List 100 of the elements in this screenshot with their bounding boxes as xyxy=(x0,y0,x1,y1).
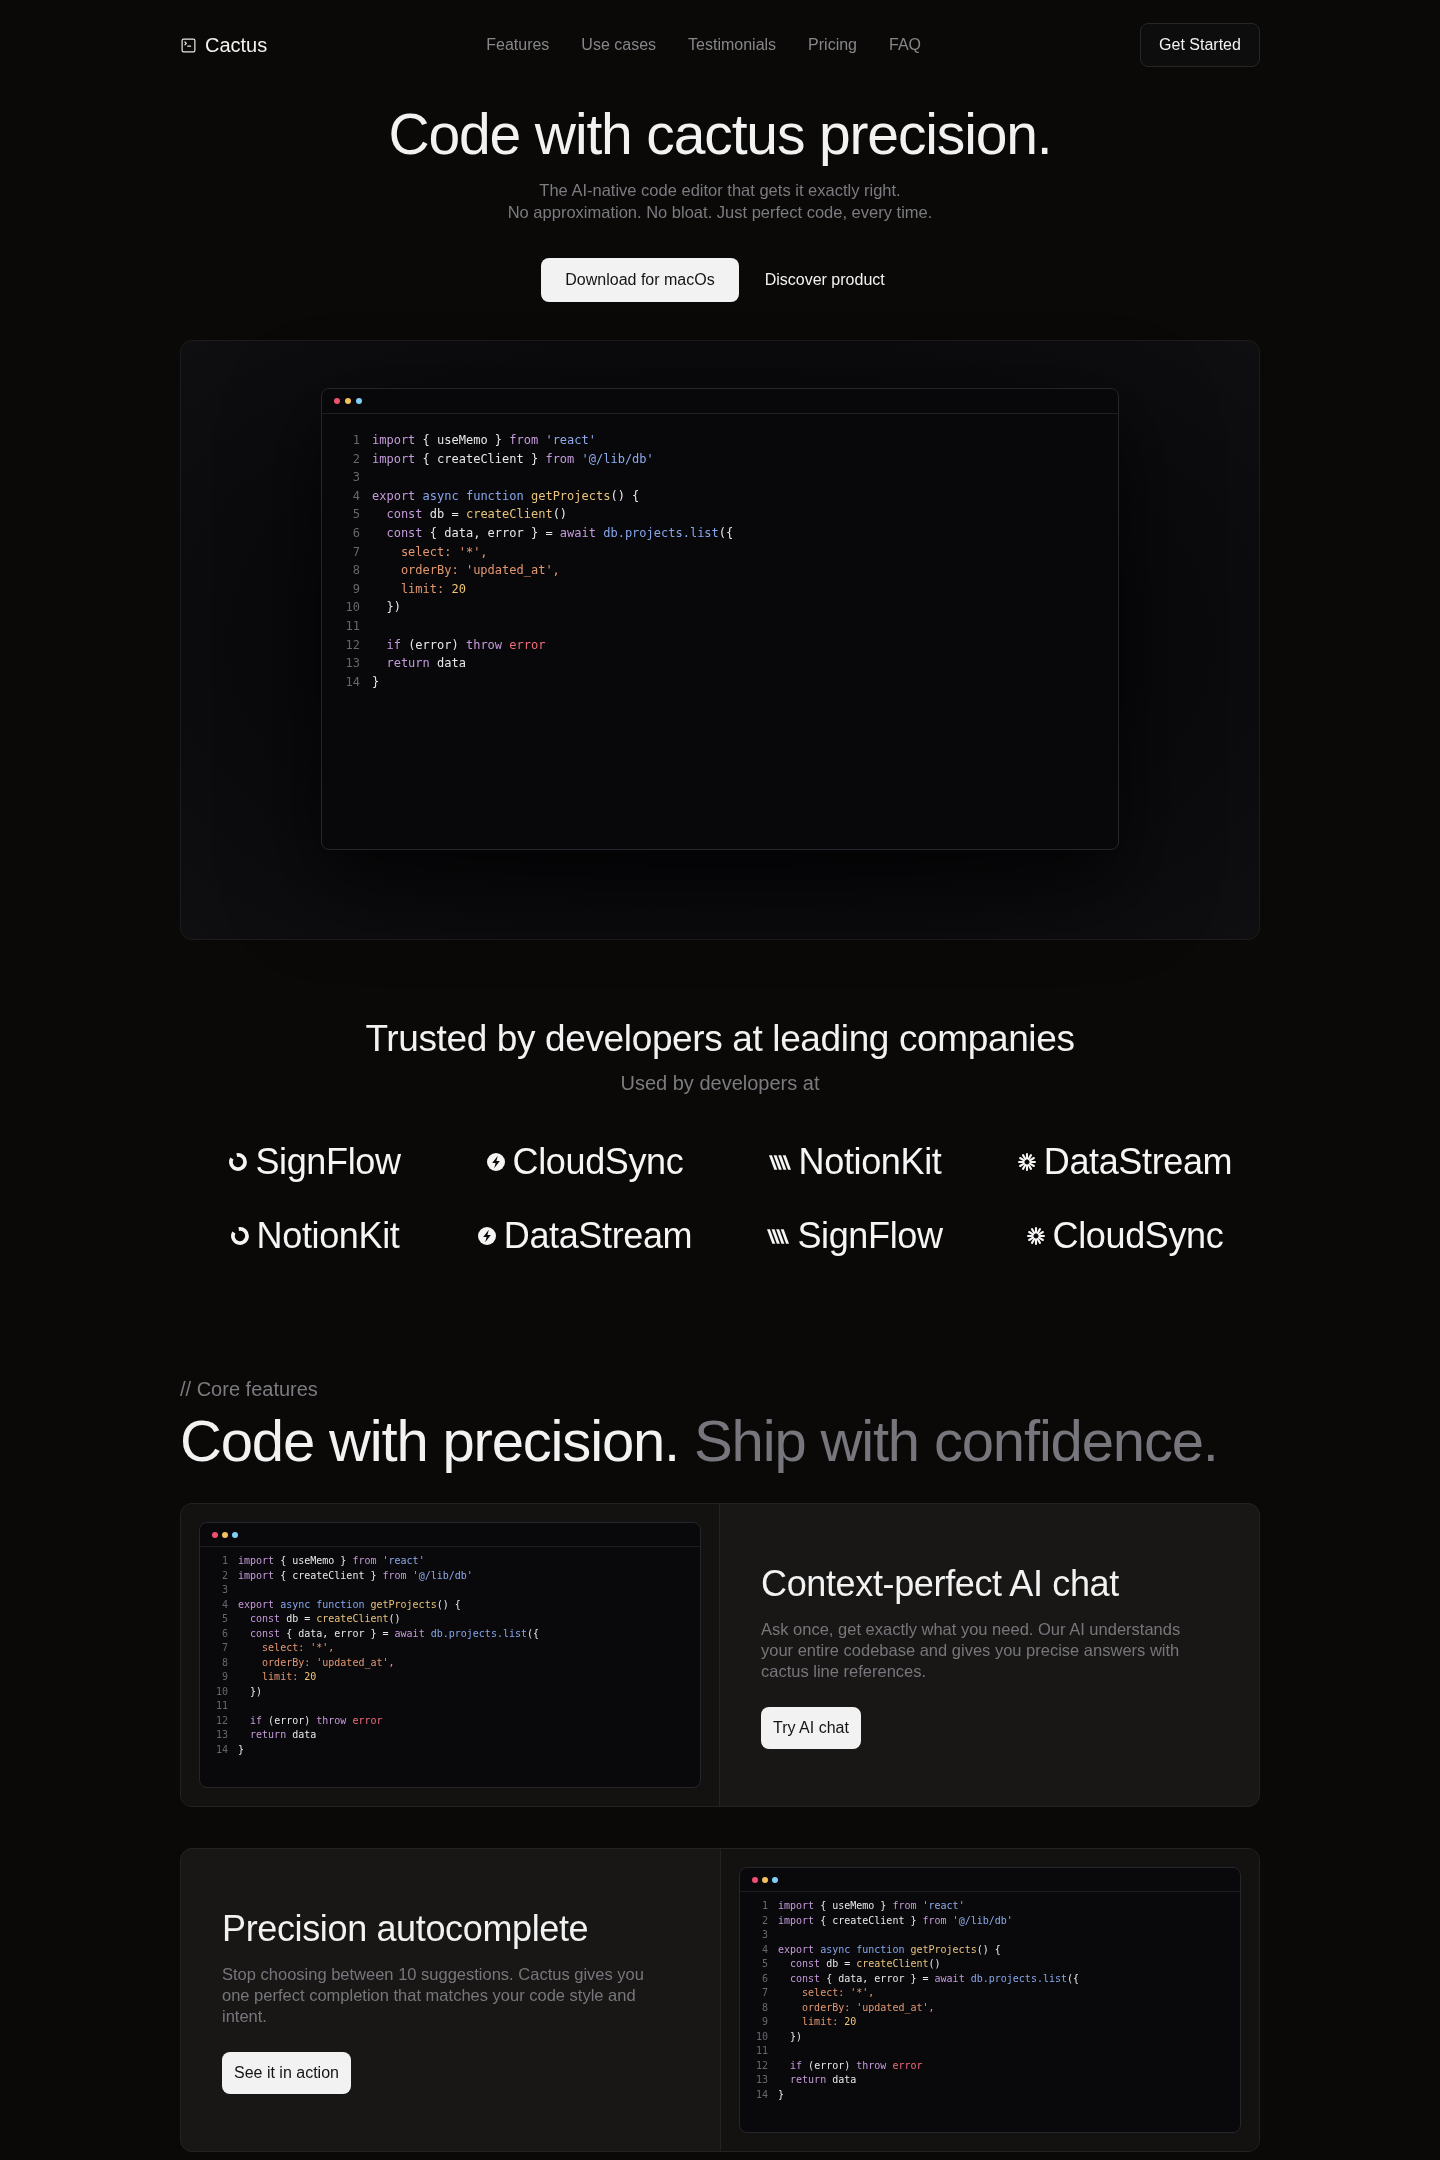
code-line: limit: 20 xyxy=(801,2015,857,2029)
code-line: export async function getProjects() { xyxy=(238,1597,461,1612)
line-number: 1 xyxy=(220,1554,228,1568)
section-eyebrow: // Core features xyxy=(180,1377,319,1402)
line-number: 11 xyxy=(344,617,360,635)
feature-button[interactable]: Try AI chat xyxy=(761,1706,861,1749)
get-started-button[interactable]: Get Started xyxy=(1140,23,1260,67)
code-line: import { createClient } from '@/lib/db' xyxy=(238,1568,473,1583)
code-line: if (error) throw error xyxy=(249,1713,383,1728)
logo-wordmark: DataStream xyxy=(503,1214,693,1258)
code-line: const db = createClient() xyxy=(385,506,568,524)
code-line: }) xyxy=(385,599,401,617)
code-line: import { useMemo } from 'react' xyxy=(778,1899,965,1913)
code-line: limit: 20 xyxy=(399,580,466,598)
line-number: 8 xyxy=(760,2000,768,2015)
code-line: const { data, error } = await db.projects.list({ xyxy=(385,524,734,542)
line-number: 9 xyxy=(351,580,360,598)
code-line: return data xyxy=(789,2073,857,2087)
code-line: select: '*', xyxy=(801,1986,875,2000)
ring-icon xyxy=(229,1153,248,1171)
line-number: 10 xyxy=(754,2029,768,2044)
line-number: 5 xyxy=(760,1957,768,1971)
stripes-icon xyxy=(767,1228,790,1244)
hero-subtitle: The AI-native code editor that gets it exactly right. No approximation. No bloat. Just perfect code, every time. xyxy=(506,180,934,223)
code-line: const { data, error } = await db.projects.list({ xyxy=(789,1971,1080,1986)
discover-button[interactable]: Discover product xyxy=(750,258,899,302)
code-line: select: '*', xyxy=(399,543,488,561)
feature-description: Stop choosing between 10 suggestions. Cactus gives you one perfect completion that matches your code style and intent. xyxy=(222,1963,645,2027)
stripes-icon xyxy=(768,1154,791,1170)
bolt-icon xyxy=(486,1153,505,1171)
line-number: 9 xyxy=(220,1670,228,1684)
section-title-muted: Ship with confidence. xyxy=(694,1408,1218,1473)
ring-icon xyxy=(230,1227,249,1245)
line-number: 11 xyxy=(214,1699,228,1713)
logo-wordmark: NotionKit xyxy=(798,1140,942,1184)
code-line: if (error) throw error xyxy=(385,636,546,654)
trusted-subtitle: Used by developers at xyxy=(619,1071,821,1096)
line-number: 6 xyxy=(351,524,360,542)
line-number: 10 xyxy=(214,1684,228,1699)
nav-link[interactable]: Pricing xyxy=(808,35,857,55)
code-line: import { createClient } from '@/lib/db' xyxy=(778,1913,1013,1928)
hero-title: Code with cactus precision. xyxy=(387,102,1053,166)
line-number: 4 xyxy=(220,1597,228,1612)
logo-wordmark: SignFlow xyxy=(797,1214,943,1258)
code-line: }) xyxy=(789,2029,803,2044)
line-number: 2 xyxy=(220,1568,228,1583)
code-line: export async function getProjects() { xyxy=(372,487,640,505)
code-line: const db = createClient() xyxy=(789,1957,941,1971)
code-line: return data xyxy=(385,655,466,673)
trusted-title: Trusted by developers at leading companies xyxy=(364,1017,1076,1061)
line-number: 13 xyxy=(754,2073,768,2087)
line-number: 3 xyxy=(220,1583,228,1597)
line-number: 12 xyxy=(754,2058,768,2073)
line-number: 8 xyxy=(351,562,360,580)
code-line: import { useMemo } from 'react' xyxy=(372,432,596,449)
logo-wordmark: CloudSync xyxy=(512,1140,684,1184)
nav-link[interactable]: Use cases xyxy=(581,35,657,55)
code-line: orderBy: 'updated_at', xyxy=(801,2000,935,2015)
code-line: orderBy: 'updated_at', xyxy=(261,1655,395,1670)
line-number: 14 xyxy=(344,673,360,691)
logo-wordmark: SignFlow xyxy=(255,1140,401,1184)
line-number: 6 xyxy=(220,1626,228,1641)
line-number: 14 xyxy=(214,1742,228,1757)
code-line: } xyxy=(238,1742,245,1757)
feature-button[interactable]: See it in action xyxy=(222,2051,351,2094)
line-number: 10 xyxy=(344,599,360,617)
line-number: 2 xyxy=(760,1913,768,1928)
code-line: } xyxy=(372,673,380,691)
line-number: 4 xyxy=(760,1942,768,1957)
line-number: 1 xyxy=(760,1899,768,1913)
line-number: 3 xyxy=(351,469,360,487)
line-number: 13 xyxy=(344,655,360,673)
code-line: if (error) throw error xyxy=(789,2058,923,2073)
nav-link[interactable]: Features xyxy=(486,35,550,55)
code-line: limit: 20 xyxy=(261,1670,317,1684)
line-number: 11 xyxy=(754,2044,768,2058)
line-number: 6 xyxy=(760,1971,768,1986)
line-number: 2 xyxy=(351,450,360,468)
download-button[interactable]: Download for macOs xyxy=(541,258,739,302)
line-number: 13 xyxy=(214,1728,228,1742)
logo-wordmark: CloudSync xyxy=(1052,1214,1224,1258)
section-title: Code with precision. xyxy=(180,1408,680,1473)
code-line: } xyxy=(778,2087,785,2102)
nav-link[interactable]: Testimonials xyxy=(688,35,777,55)
code-line: import { useMemo } from 'react' xyxy=(238,1554,425,1568)
terminal-icon xyxy=(180,36,197,54)
line-number: 12 xyxy=(344,636,360,654)
line-number: 4 xyxy=(351,487,360,505)
code-line: const db = createClient() xyxy=(249,1612,401,1626)
logo-wordmark: DataStream xyxy=(1043,1140,1233,1184)
code-line: orderBy: 'updated_at', xyxy=(399,562,560,580)
line-number: 9 xyxy=(760,2015,768,2029)
sunburst-icon xyxy=(1017,1153,1036,1171)
line-number: 7 xyxy=(351,543,360,561)
code-line: import { createClient } from '@/lib/db' xyxy=(372,450,654,468)
logo-text[interactable]: Cactus xyxy=(205,33,268,57)
feature-title: Context-perfect AI chat xyxy=(761,1561,1120,1606)
nav-link[interactable]: FAQ xyxy=(889,35,921,55)
line-number: 8 xyxy=(220,1655,228,1670)
code-line: }) xyxy=(249,1684,263,1699)
